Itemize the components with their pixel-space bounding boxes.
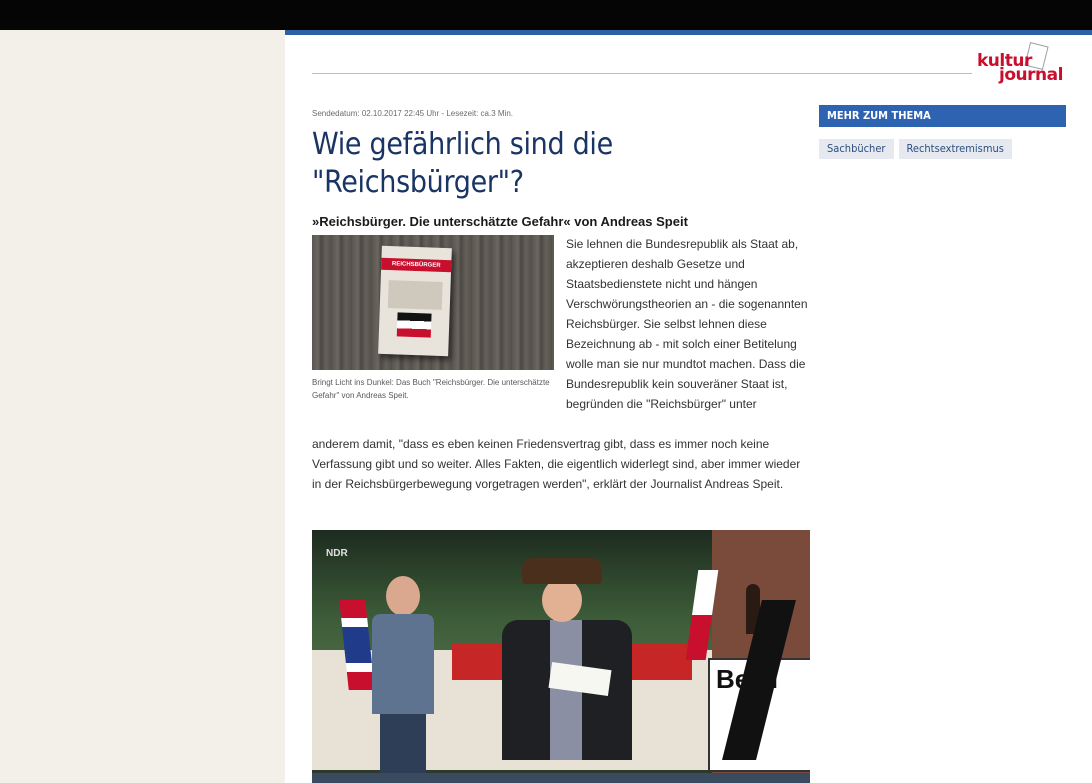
book-title-band: REICHSBÜRGER [381,257,452,273]
book-flag [396,312,432,338]
article-headline: Wie gefährlich sind die "Reichsbürger"? [312,126,812,202]
logo-line-2: journal [999,65,1063,85]
video-person-left [372,576,434,783]
tag-sachbuecher[interactable]: Sachbücher [819,139,894,159]
article-meta: Sendedatum: 02.10.2017 22:45 Uhr - Lesez… [312,109,514,118]
sidebar-tags: Sachbücher Rechtsextremismus [819,139,1066,159]
person-left-head [386,576,420,616]
ndr-watermark: NDR [326,548,348,559]
image-caption: Bringt Licht ins Dunkel: Das Buch "Reich… [312,378,550,400]
video-person-speaker [502,558,632,783]
headline-line-2: "Reichsbürger"? [312,165,524,200]
related-sidebar: MEHR ZUM THEMA Sachbücher Rechtsextremis… [819,105,1066,159]
video-player[interactable]: Be ei NDR [312,530,810,783]
speaker-head [542,578,582,622]
article-paragraph-right: Sie lehnen die Bundesrepublik als Staat … [566,237,808,411]
tag-rechtsextremismus[interactable]: Rechtsextremismus [898,139,1012,159]
headline-line-1: Wie gefährlich sind die [312,127,613,162]
sidebar-header: MEHR ZUM THEMA [819,105,1066,127]
book-title: REICHSBÜRGER [391,261,441,269]
article-paragraph-full: anderem damit, "dass es eben keinen Frie… [312,437,801,491]
article-subheading: »Reichsbürger. Die unterschätzte Gefahr«… [312,214,688,229]
header-divider [312,73,972,74]
book-photo [387,280,443,310]
speaker-hat [522,558,602,584]
top-accent-line [285,30,1092,35]
kulturjournal-logo[interactable]: kultur journal [977,40,1069,90]
video-control-bar[interactable] [312,773,810,783]
person-left-torso [372,614,434,714]
browser-top-bar [0,0,1092,30]
article-page: kultur journal Sendedatum: 02.10.2017 22… [285,30,1092,783]
book-image[interactable]: REICHSBÜRGER [312,235,554,370]
book-cover: REICHSBÜRGER [378,245,452,357]
